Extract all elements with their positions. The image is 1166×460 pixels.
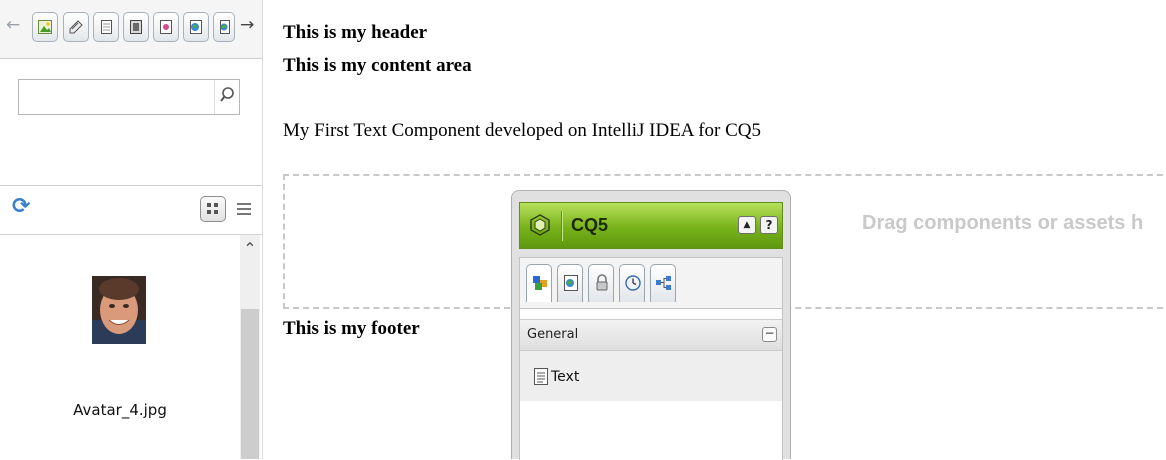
asset-list: Avatar_4.jpg ⌃: [0, 235, 262, 459]
asset-name[interactable]: Avatar_4.jpg: [10, 401, 230, 419]
film-icon: [130, 20, 142, 34]
search-input[interactable]: [19, 80, 215, 114]
content-area-text: This is my content area: [283, 55, 472, 76]
refresh-icon[interactable]: ⟳: [12, 195, 30, 219]
scroll-left-icon[interactable]: ←: [6, 14, 20, 36]
page-header-text: This is my header: [283, 22, 428, 43]
finder-search-zone: [0, 59, 262, 186]
page-properties-icon: [564, 275, 578, 291]
component-item-text[interactable]: Text: [520, 351, 782, 401]
grid-view-icon: [207, 203, 218, 214]
tab-sites[interactable]: [213, 12, 235, 42]
components-panel: General − Text: [519, 309, 783, 460]
scroll-up-icon[interactable]: ⌃: [240, 239, 260, 259]
list-view-button[interactable]: [234, 196, 254, 222]
text-component[interactable]: My First Text Component developed on Int…: [283, 120, 761, 142]
tab-lock[interactable]: [588, 264, 614, 302]
asset-thumbnail[interactable]: [92, 276, 146, 344]
cq5-logo-icon: [530, 214, 550, 236]
tab-page[interactable]: [557, 264, 583, 302]
tab-versioning[interactable]: [619, 264, 645, 302]
grid-view-button[interactable]: [200, 196, 226, 222]
collapse-up-button[interactable]: ▲: [738, 216, 756, 234]
scrollbar-thumb[interactable]: [241, 309, 259, 459]
tab-images[interactable]: [32, 12, 58, 42]
paragraph-icon: [160, 20, 172, 34]
image-icon: [38, 20, 52, 34]
content-finder: ← → ⟳ Avatar_4.jpg ⌃: [0, 0, 263, 459]
sidekick-tabs: [519, 257, 783, 309]
search-icon: [220, 87, 234, 102]
clock-icon: [625, 275, 641, 291]
avatar: [92, 276, 146, 344]
list-view-icon: [237, 203, 251, 215]
page-icon: [101, 20, 112, 34]
components-icon: [533, 276, 547, 290]
workflow-icon: [656, 276, 671, 290]
help-button[interactable]: ?: [760, 216, 778, 234]
product-icon: [190, 20, 202, 34]
sidekick-header[interactable]: CQ5 ▲ ?: [519, 202, 783, 249]
page-footer-text: This is my footer: [283, 318, 420, 339]
sidekick-panel: CQ5 ▲ ? General − Text: [511, 190, 791, 460]
tab-components[interactable]: [526, 264, 552, 302]
collapse-group-button[interactable]: −: [762, 327, 777, 342]
finder-view-bar: ⟳: [0, 186, 262, 235]
group-label: General: [527, 327, 579, 342]
tab-movies[interactable]: [123, 12, 149, 42]
scroll-right-icon[interactable]: →: [240, 14, 254, 36]
tab-products[interactable]: [183, 12, 209, 42]
lock-icon: [596, 274, 608, 291]
tab-paragraphs[interactable]: [153, 12, 179, 42]
header-separator: [561, 211, 562, 241]
search-button[interactable]: [214, 80, 239, 114]
finder-toolbar: ← →: [0, 0, 262, 59]
tab-pages[interactable]: [93, 12, 119, 42]
component-group-general[interactable]: General −: [520, 319, 782, 351]
search-box: [18, 79, 240, 115]
sidekick-title: CQ5: [571, 215, 609, 235]
component-label: Text: [551, 369, 580, 385]
drop-zone-hint: Drag components or assets h: [862, 212, 1144, 234]
tab-documents[interactable]: [63, 12, 89, 42]
text-component-icon: [534, 368, 548, 385]
tab-workflow[interactable]: [650, 264, 676, 302]
document-icon: [69, 20, 83, 34]
site-icon: [220, 20, 230, 34]
